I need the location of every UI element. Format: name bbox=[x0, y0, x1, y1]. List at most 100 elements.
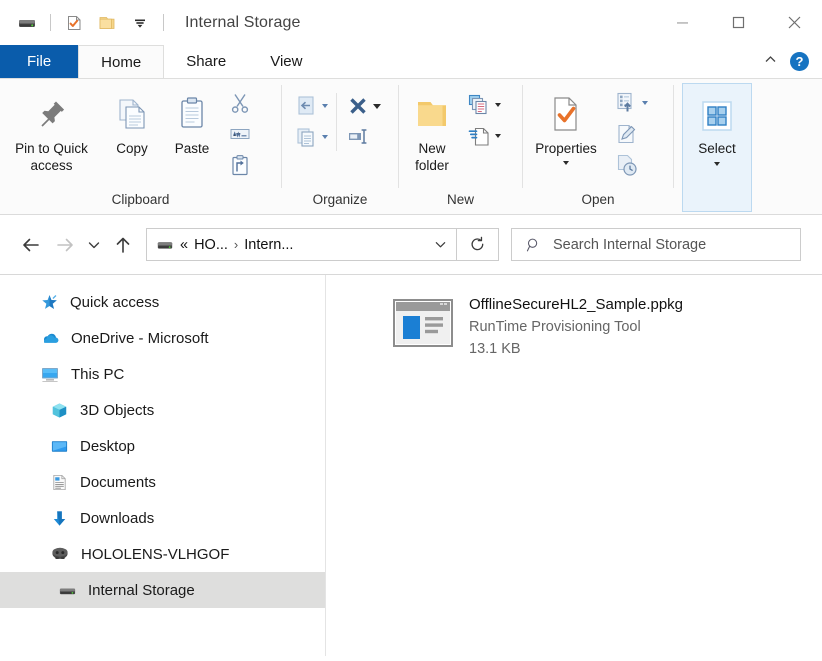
refresh-button[interactable] bbox=[457, 228, 499, 261]
file-type: RunTime Provisioning Tool bbox=[469, 319, 641, 335]
ribbon-group-open: Properties Open bbox=[523, 79, 673, 214]
breadcrumb[interactable]: « HO... › Intern... bbox=[147, 236, 425, 254]
edit-button[interactable] bbox=[611, 119, 651, 149]
cube-icon bbox=[50, 401, 69, 420]
history-button[interactable] bbox=[611, 150, 651, 180]
edit-icon bbox=[618, 124, 636, 144]
qat-drive-icon[interactable] bbox=[14, 10, 40, 36]
file-name[interactable]: OfflineSecureHL2_Sample.ppkg bbox=[469, 295, 683, 315]
easy-access-icon bbox=[468, 127, 489, 146]
copy-to-caret-icon[interactable] bbox=[322, 135, 328, 139]
file-size: 13.1 KB bbox=[469, 341, 521, 357]
sidebar-item-this-pc[interactable]: This PC bbox=[0, 356, 325, 392]
title-bar: Internal Storage bbox=[0, 0, 822, 45]
sidebar-item-internal-storage[interactable]: Internal Storage bbox=[0, 572, 325, 608]
search-box[interactable]: Search Internal Storage bbox=[511, 228, 801, 261]
new-folder-button[interactable]: New folder bbox=[399, 86, 463, 174]
select-button[interactable]: Select bbox=[683, 94, 751, 166]
sidebar-item-documents[interactable]: Documents bbox=[0, 464, 325, 500]
new-item-button[interactable] bbox=[463, 90, 504, 120]
qat-new-folder-icon[interactable] bbox=[94, 10, 120, 36]
paste-label: Paste bbox=[174, 141, 210, 156]
forward-button[interactable] bbox=[48, 228, 82, 262]
easy-access-caret-icon[interactable] bbox=[495, 134, 501, 138]
pin-to-quick-access-button[interactable]: Pin to Quick access bbox=[0, 86, 103, 174]
qat-customize-icon[interactable] bbox=[127, 10, 153, 36]
sidebar-item-downloads[interactable]: Downloads bbox=[0, 500, 325, 536]
breadcrumb-separator-0[interactable]: › bbox=[234, 237, 238, 252]
qat-separator-2 bbox=[163, 14, 164, 31]
search-input[interactable]: Search Internal Storage bbox=[553, 237, 706, 253]
tab-file[interactable]: File bbox=[0, 45, 79, 78]
cut-button[interactable] bbox=[225, 88, 255, 118]
breadcrumb-bar[interactable]: « HO... › Intern... bbox=[146, 228, 457, 261]
maximize-button[interactable] bbox=[710, 0, 766, 45]
up-button[interactable] bbox=[106, 228, 140, 262]
move-to-icon bbox=[298, 96, 314, 115]
hololens-icon bbox=[50, 544, 70, 564]
minimize-button[interactable] bbox=[654, 0, 710, 45]
back-button[interactable] bbox=[14, 228, 48, 262]
paste-shortcut-icon bbox=[232, 155, 248, 176]
ribbon: Pin to Quick access Copy Paste Clipboard… bbox=[0, 78, 822, 215]
properties-caret-icon[interactable] bbox=[563, 161, 569, 165]
delete-button[interactable] bbox=[342, 91, 384, 121]
delete-caret-icon[interactable] bbox=[373, 103, 381, 109]
sidebar-item-label: Quick access bbox=[70, 293, 160, 311]
ribbon-group-select[interactable]: Select bbox=[682, 83, 752, 212]
new-folder-icon bbox=[411, 90, 453, 138]
move-to-caret-icon[interactable] bbox=[322, 104, 328, 108]
drive-icon bbox=[58, 581, 77, 600]
paste-shortcut-button[interactable] bbox=[225, 150, 255, 180]
breadcrumb-dropdown-icon[interactable] bbox=[425, 229, 456, 260]
move-to-button[interactable] bbox=[291, 91, 331, 121]
ribbon-tab-strip: File Home Share View ? bbox=[0, 45, 822, 78]
sidebar-item-quick-access[interactable]: Quick access bbox=[0, 284, 325, 320]
select-label: Select bbox=[698, 141, 736, 156]
sidebar-item-3d-objects[interactable]: 3D Objects bbox=[0, 392, 325, 428]
select-caret-icon[interactable] bbox=[714, 162, 720, 166]
close-button[interactable] bbox=[766, 0, 822, 45]
ribbon-group-organize: Organize bbox=[282, 79, 398, 214]
properties-button[interactable]: Properties bbox=[523, 86, 611, 165]
desktop-icon bbox=[50, 437, 69, 456]
breadcrumb-overflow[interactable]: « bbox=[180, 237, 188, 253]
recent-locations-button[interactable] bbox=[82, 228, 106, 262]
breadcrumb-drive-icon bbox=[156, 236, 174, 254]
qat-properties-icon[interactable] bbox=[61, 10, 87, 36]
breadcrumb-segment-1[interactable]: Intern... bbox=[244, 237, 293, 253]
new-folder-label: New folder bbox=[415, 141, 449, 173]
paste-icon bbox=[172, 90, 212, 138]
open-caret-icon[interactable] bbox=[642, 101, 648, 105]
sidebar-item-label: Desktop bbox=[80, 437, 136, 455]
sidebar-item-desktop[interactable]: Desktop bbox=[0, 428, 325, 464]
sidebar-item-label: OneDrive - Microsoft bbox=[71, 329, 209, 347]
documents-icon bbox=[50, 473, 69, 492]
downloads-arrow-icon bbox=[50, 509, 69, 528]
help-icon[interactable]: ? bbox=[790, 52, 809, 71]
file-list-item[interactable]: OfflineSecureHL2_Sample.ppkg RunTime Pro… bbox=[326, 291, 822, 359]
breadcrumb-segment-0[interactable]: HO... bbox=[194, 237, 228, 253]
copy-path-button[interactable] bbox=[225, 119, 255, 149]
ribbon-group-label-open: Open bbox=[581, 192, 615, 207]
new-item-caret-icon[interactable] bbox=[495, 103, 501, 107]
open-icon bbox=[617, 92, 632, 112]
organize-inner-separator bbox=[336, 93, 337, 151]
copy-to-button[interactable] bbox=[291, 122, 331, 152]
tab-view[interactable]: View bbox=[248, 45, 324, 78]
ribbon-group-clipboard: Pin to Quick access Copy Paste Clipboard bbox=[0, 79, 281, 214]
sidebar-item-label: Internal Storage bbox=[88, 581, 195, 599]
easy-access-button[interactable] bbox=[463, 121, 504, 151]
copy-icon bbox=[112, 90, 152, 138]
collapse-ribbon-icon[interactable] bbox=[763, 52, 778, 72]
open-button[interactable] bbox=[611, 88, 651, 118]
copy-button[interactable]: Copy bbox=[103, 86, 161, 157]
tab-strip-right: ? bbox=[763, 45, 822, 78]
paste-button[interactable]: Paste bbox=[161, 86, 223, 157]
sidebar-item-onedrive[interactable]: OneDrive - Microsoft bbox=[0, 320, 325, 356]
file-list-pane[interactable]: OfflineSecureHL2_Sample.ppkg RunTime Pro… bbox=[326, 275, 822, 656]
tab-home[interactable]: Home bbox=[78, 45, 165, 78]
tab-share[interactable]: Share bbox=[164, 45, 248, 78]
rename-button[interactable] bbox=[342, 122, 384, 152]
sidebar-item-hololens[interactable]: HOLOLENS-VLHGOF bbox=[0, 536, 325, 572]
